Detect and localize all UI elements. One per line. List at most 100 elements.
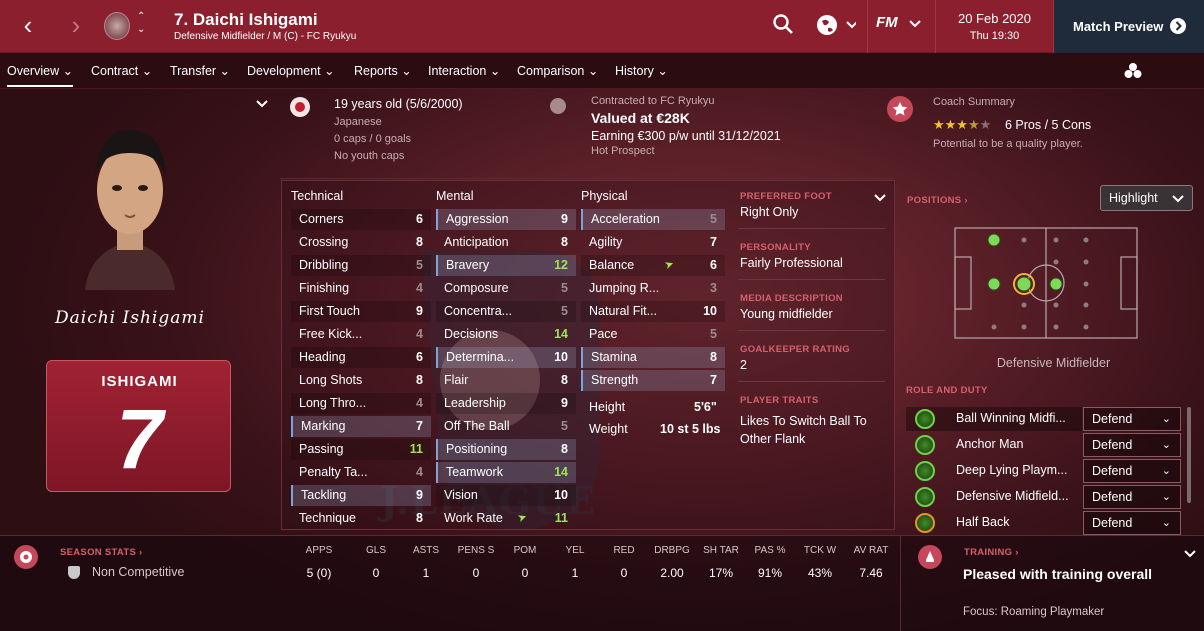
tab-overview[interactable]: Overview ⌄ bbox=[7, 63, 74, 87]
training-label[interactable]: TRAINING › bbox=[964, 547, 1019, 558]
roles-scrollbar[interactable] bbox=[1187, 407, 1191, 503]
position-name: Defensive Midfielder bbox=[996, 356, 1111, 370]
mental-attribute-row[interactable]: Determina... 10 bbox=[436, 347, 576, 368]
coach-pros-cons[interactable]: 6 Pros / 5 Cons bbox=[1005, 118, 1091, 132]
role-row[interactable]: Deep Lying Playm... bbox=[906, 459, 1082, 483]
tab-interaction[interactable]: Interaction ⌄ bbox=[428, 63, 500, 78]
attribute-name: Finishing bbox=[299, 281, 350, 295]
search-icon[interactable] bbox=[772, 13, 794, 41]
physical-attribute-row[interactable]: Pace 5 bbox=[581, 324, 725, 345]
contract-club: Contracted to FC Ryukyu bbox=[591, 95, 715, 107]
stat-header[interactable]: GLS bbox=[351, 545, 401, 556]
mental-attribute-row[interactable]: Off The Ball 5 bbox=[436, 416, 576, 437]
club-badge-icon[interactable] bbox=[1124, 62, 1142, 85]
mental-attribute-row[interactable]: Bravery 12 bbox=[436, 255, 576, 276]
role-suitability-icon bbox=[915, 435, 935, 455]
technical-attribute-row[interactable]: Marking 7 bbox=[291, 416, 431, 437]
mental-attribute-row[interactable]: Decisions 14 bbox=[436, 324, 576, 345]
mental-attribute-row[interactable]: Aggression 9 bbox=[436, 209, 576, 230]
duty-dropdown[interactable]: Defend ⌄ bbox=[1083, 511, 1181, 535]
role-row[interactable]: Anchor Man bbox=[906, 433, 1082, 457]
technical-attribute-row[interactable]: Long Shots 8 bbox=[291, 370, 431, 391]
mental-attribute-row[interactable]: Concentra... 5 bbox=[436, 301, 576, 322]
match-preview-button[interactable]: Match Preview bbox=[1054, 0, 1204, 53]
technical-attribute-row[interactable]: Long Thro... 4 bbox=[291, 393, 431, 414]
attribute-name: Anticipation bbox=[444, 235, 509, 249]
attribute-name: Penalty Ta... bbox=[299, 465, 368, 479]
mental-attribute-row[interactable]: Anticipation 8 bbox=[436, 232, 576, 253]
duty-dropdown[interactable]: Defend ⌄ bbox=[1083, 485, 1181, 509]
physical-attribute-row[interactable]: Acceleration 5 bbox=[581, 209, 725, 230]
role-row[interactable]: Defensive Midfield... bbox=[906, 485, 1082, 509]
stat-header[interactable]: YEL bbox=[550, 545, 600, 556]
stat-header[interactable]: PENS S bbox=[451, 545, 501, 556]
duty-label: Defend bbox=[1092, 516, 1133, 530]
attribute-value: 8 bbox=[416, 373, 423, 387]
technical-attribute-row[interactable]: Passing 11 bbox=[291, 439, 431, 460]
physical-attribute-row[interactable]: Agility 7 bbox=[581, 232, 725, 253]
technical-attribute-row[interactable]: Heading 6 bbox=[291, 347, 431, 368]
duty-dropdown[interactable]: Defend ⌄ bbox=[1083, 459, 1181, 483]
player-switch-icon[interactable]: ⌃ ⌄ bbox=[137, 10, 145, 36]
role-row[interactable]: Half Back bbox=[906, 511, 1082, 535]
positions-label[interactable]: POSITIONS › bbox=[907, 195, 968, 206]
technical-attribute-row[interactable]: Dribbling 5 bbox=[291, 255, 431, 276]
tab-comparison[interactable]: Comparison ⌄ bbox=[517, 63, 598, 78]
technical-attribute-row[interactable]: Technique 8 bbox=[291, 508, 431, 529]
mental-attribute-row[interactable]: Composure 5 bbox=[436, 278, 576, 299]
stat-header[interactable]: ASTS bbox=[401, 545, 451, 556]
stat-header[interactable]: RED bbox=[599, 545, 649, 556]
tab-contract[interactable]: Contract ⌄ bbox=[91, 63, 152, 78]
stat-header[interactable]: TCK W bbox=[795, 545, 845, 556]
role-name: Defensive Midfield... bbox=[956, 489, 1069, 503]
fm-chevron-down-icon[interactable] bbox=[908, 16, 922, 34]
physical-attribute-row[interactable]: Jumping R... 3 bbox=[581, 278, 725, 299]
technical-attribute-row[interactable]: Penalty Ta... 4 bbox=[291, 462, 431, 483]
physical-attribute-row[interactable]: Balance 6 ➤ bbox=[581, 255, 725, 276]
mental-attribute-row[interactable]: Flair 8 bbox=[436, 370, 576, 391]
forward-arrow-icon[interactable]: › bbox=[62, 10, 90, 42]
mental-attribute-row[interactable]: Vision 10 bbox=[436, 485, 576, 506]
date-box[interactable]: 20 Feb 2020 Thu 19:30 bbox=[935, 0, 1054, 53]
physical-attribute-row[interactable]: Strength 7 bbox=[581, 370, 725, 391]
mental-attribute-row[interactable]: Leadership 9 bbox=[436, 393, 576, 414]
tab-reports[interactable]: Reports ⌄ bbox=[354, 63, 412, 78]
stat-header[interactable]: PAS % bbox=[745, 545, 795, 556]
technical-attribute-row[interactable]: Tackling 9 bbox=[291, 485, 431, 506]
fm-logo[interactable]: FM bbox=[876, 14, 898, 31]
chevron-down-icon: ⌄ bbox=[1161, 465, 1171, 477]
physical-attribute-row[interactable]: Stamina 8 bbox=[581, 347, 725, 368]
highlight-dropdown[interactable]: Highlight bbox=[1100, 185, 1193, 211]
physical-attribute-row[interactable]: Natural Fit... 10 bbox=[581, 301, 725, 322]
season-stats-label[interactable]: SEASON STATS › bbox=[60, 547, 143, 558]
technical-attribute-row[interactable]: Free Kick... 4 bbox=[291, 324, 431, 345]
stat-header[interactable]: DRBPG bbox=[647, 545, 697, 556]
stat-value: 0 bbox=[620, 566, 628, 580]
globe-icon[interactable] bbox=[816, 13, 858, 43]
player-caps: 0 caps / 0 goals bbox=[334, 133, 412, 145]
tab-history[interactable]: History ⌄ bbox=[615, 63, 668, 78]
stat-header[interactable]: POM bbox=[500, 545, 550, 556]
mental-attribute-row[interactable]: Positioning 8 bbox=[436, 439, 576, 460]
training-chevron-down-icon[interactable] bbox=[1183, 546, 1197, 564]
attribute-value: 5 bbox=[710, 212, 717, 226]
mental-attribute-row[interactable]: Teamwork 14 bbox=[436, 462, 576, 483]
collapse-chevron-icon[interactable] bbox=[255, 96, 269, 114]
technical-attribute-row[interactable]: Crossing 8 bbox=[291, 232, 431, 253]
tab-transfer[interactable]: Transfer ⌄ bbox=[170, 63, 230, 78]
tab-development[interactable]: Development ⌄ bbox=[247, 63, 335, 78]
technical-attribute-row[interactable]: First Touch 9 bbox=[291, 301, 431, 322]
technical-attribute-row[interactable]: Corners 6 bbox=[291, 209, 431, 230]
info-chevron-down-icon[interactable] bbox=[873, 190, 887, 208]
role-row[interactable]: Ball Winning Midfi... bbox=[906, 407, 1082, 431]
technical-attribute-row[interactable]: Finishing 4 bbox=[291, 278, 431, 299]
attribute-value: 5 bbox=[561, 304, 568, 318]
back-arrow-icon[interactable]: ‹ bbox=[14, 10, 42, 42]
attribute-value: 12 bbox=[554, 258, 568, 272]
stat-header[interactable]: SH TAR bbox=[696, 545, 746, 556]
duty-dropdown[interactable]: Defend ⌄ bbox=[1083, 433, 1181, 457]
stat-header[interactable]: APPS bbox=[294, 545, 344, 556]
stat-header[interactable]: AV RAT bbox=[846, 545, 896, 556]
mental-attribute-row[interactable]: Work Rate 11 ➤ bbox=[436, 508, 576, 529]
duty-dropdown[interactable]: Defend ⌄ bbox=[1083, 407, 1181, 431]
